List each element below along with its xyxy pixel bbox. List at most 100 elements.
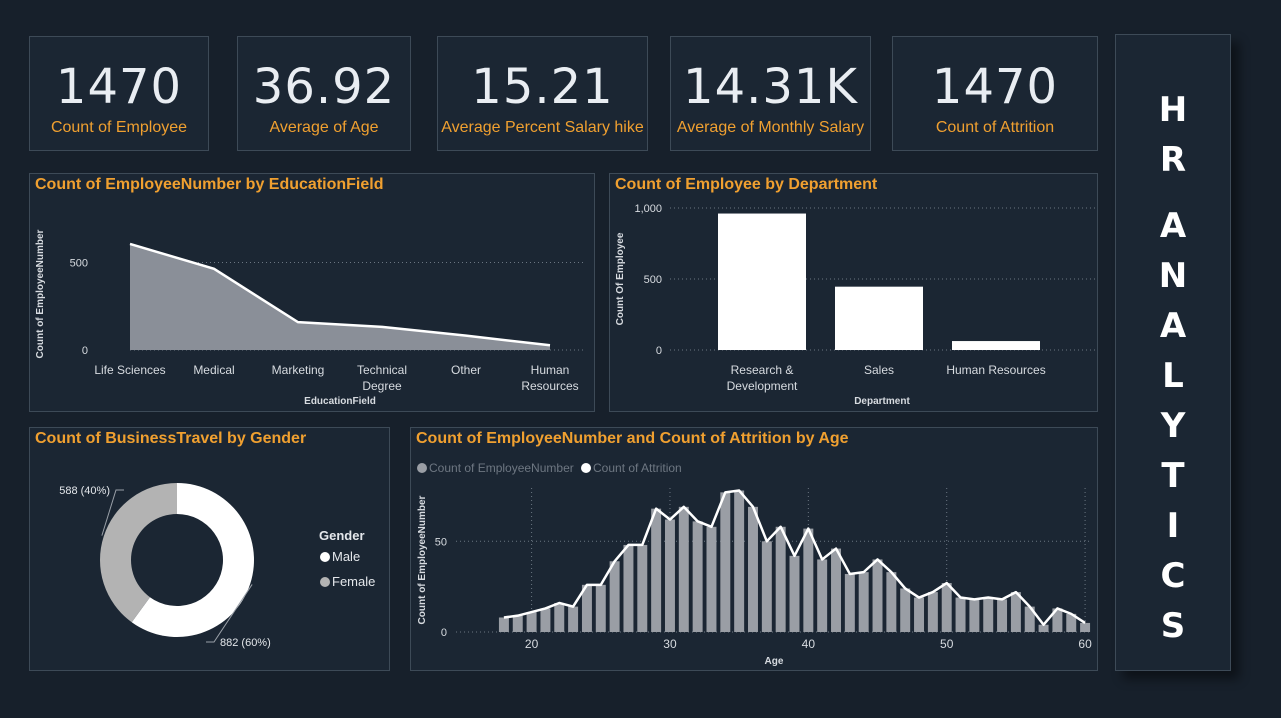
- x-tick-label: 20: [525, 637, 539, 651]
- bar[interactable]: [775, 526, 786, 632]
- legend-label[interactable]: Male: [332, 549, 360, 564]
- x-axis-label: Age: [765, 656, 784, 667]
- bar[interactable]: [595, 584, 606, 632]
- bar[interactable]: [720, 492, 731, 632]
- legend-marker[interactable]: [581, 463, 591, 473]
- bar[interactable]: [817, 559, 828, 632]
- education-field-area-chart: 0 500 Life Sciences Medical Marketing Technic…: [35, 229, 585, 407]
- x-tick-label: Degree: [362, 379, 402, 393]
- kpi-value: 1470: [931, 59, 1059, 115]
- kpi-label: Average of Monthly Salary: [676, 119, 865, 136]
- bar[interactable]: [886, 572, 897, 632]
- bar[interactable]: [969, 599, 980, 632]
- bar[interactable]: [761, 541, 772, 632]
- y-tick-label: 500: [644, 274, 662, 286]
- bar[interactable]: [512, 615, 523, 632]
- bar[interactable]: [637, 544, 648, 632]
- x-axis-label: Department: [854, 396, 910, 407]
- bar[interactable]: [706, 526, 717, 632]
- bar[interactable]: [609, 561, 620, 632]
- bar[interactable]: [955, 597, 966, 632]
- hr-title-letter: R: [1159, 140, 1187, 180]
- department-chart[interactable]: Count of Employee by Department 0 500 1,00…: [609, 173, 1098, 412]
- bar[interactable]: [844, 573, 855, 632]
- kpi-value: 15.21: [471, 59, 614, 115]
- bar[interactable]: [997, 599, 1008, 632]
- bar[interactable]: [835, 286, 923, 350]
- legend-marker[interactable]: [320, 577, 330, 587]
- x-tick-label: Human Resources: [946, 363, 1045, 377]
- gender-donut-chart: 882 (60%) 588 (40%) Gender Male Female: [59, 483, 375, 649]
- kpi-card-monthly-salary[interactable]: 14.31K Average of Monthly Salary: [670, 36, 871, 151]
- education-field-chart[interactable]: Count of EmployeeNumber by EducationFiel…: [29, 173, 595, 412]
- bar[interactable]: [872, 559, 883, 632]
- bar[interactable]: [651, 508, 662, 632]
- x-tick-label: Other: [451, 363, 481, 377]
- legend-marker[interactable]: [417, 463, 427, 473]
- kpi-label: Count of Attrition: [935, 119, 1055, 136]
- department-bar-chart: 0 500 1,000 Research & Development Sales Human…: [615, 203, 1095, 407]
- y-tick-label: 0: [82, 345, 88, 357]
- legend-label[interactable]: Count of Attrition: [593, 461, 682, 475]
- y-axis-label: Count of EmployeeNumber: [35, 229, 46, 358]
- kpi-value: 1470: [55, 59, 183, 115]
- x-axis-label: EducationField: [304, 396, 376, 407]
- x-tick-label: Resources: [521, 379, 578, 393]
- slice-label: 588 (40%): [59, 485, 110, 497]
- kpi-value: 36.92: [252, 59, 396, 115]
- bar[interactable]: [568, 606, 579, 632]
- kpi-card-average-age[interactable]: 36.92 Average of Age: [237, 36, 411, 151]
- y-tick-label: 500: [70, 258, 88, 270]
- hr-title-letter: A: [1159, 306, 1187, 346]
- x-tick-label: 60: [1078, 637, 1092, 651]
- bar[interactable]: [803, 528, 814, 632]
- x-tick-label: 30: [663, 637, 677, 651]
- x-tick-label: Medical: [193, 363, 234, 377]
- kpi-card-employee-count[interactable]: 1470 Count of Employee: [29, 36, 209, 151]
- x-tick-label: Research &: [731, 363, 794, 377]
- kpi-card-salary-hike[interactable]: 15.21 Average Percent Salary hike: [437, 36, 648, 151]
- bar[interactable]: [927, 592, 938, 632]
- bar[interactable]: [789, 555, 800, 632]
- age-chart[interactable]: Count of EmployeeNumber and Count of Att…: [410, 427, 1098, 671]
- legend-title: Gender: [319, 528, 365, 543]
- bar[interactable]: [1010, 592, 1021, 632]
- bar[interactable]: [678, 506, 689, 632]
- bar[interactable]: [983, 597, 994, 632]
- bar[interactable]: [941, 583, 952, 632]
- bar[interactable]: [734, 490, 745, 632]
- y-tick-label: 0: [441, 627, 447, 639]
- bar[interactable]: [748, 506, 758, 632]
- bar[interactable]: [900, 588, 911, 632]
- legend-label[interactable]: Count of EmployeeNumber: [429, 461, 574, 475]
- x-tick-label: Marketing: [272, 363, 325, 377]
- bar[interactable]: [664, 519, 675, 632]
- x-tick-label: Life Sciences: [94, 363, 165, 377]
- bar[interactable]: [692, 521, 703, 632]
- x-tick-label: Development: [727, 379, 798, 393]
- kpi-value: 14.31K: [683, 59, 858, 115]
- y-axis-label: Count of EmployeeNumber: [417, 495, 428, 624]
- legend-marker[interactable]: [320, 552, 330, 562]
- hr-title-letter: H: [1158, 90, 1188, 130]
- bar[interactable]: [858, 572, 869, 632]
- hr-title-letter: A: [1159, 206, 1187, 246]
- bar[interactable]: [1080, 622, 1091, 632]
- legend-label[interactable]: Female: [332, 574, 375, 589]
- kpi-label: Average of Age: [269, 119, 379, 136]
- age-combo-chart: Count of EmployeeNumber Count of Attritio…: [417, 461, 1092, 667]
- slice-label: 882 (60%): [220, 637, 271, 649]
- bar[interactable]: [498, 617, 509, 632]
- bar[interactable]: [952, 341, 1040, 350]
- hr-title-letter: I: [1166, 506, 1180, 546]
- bar[interactable]: [831, 548, 841, 632]
- kpi-card-attrition-count[interactable]: 1470 Count of Attrition: [892, 36, 1098, 151]
- bar[interactable]: [526, 612, 537, 632]
- bar[interactable]: [554, 602, 565, 632]
- y-tick-label: 50: [435, 536, 447, 548]
- bar[interactable]: [540, 608, 551, 632]
- gender-chart[interactable]: Count of BusinessTravel by Gender 882 (6…: [29, 427, 390, 671]
- bar[interactable]: [623, 544, 634, 632]
- bar[interactable]: [718, 213, 806, 350]
- bar[interactable]: [914, 597, 925, 632]
